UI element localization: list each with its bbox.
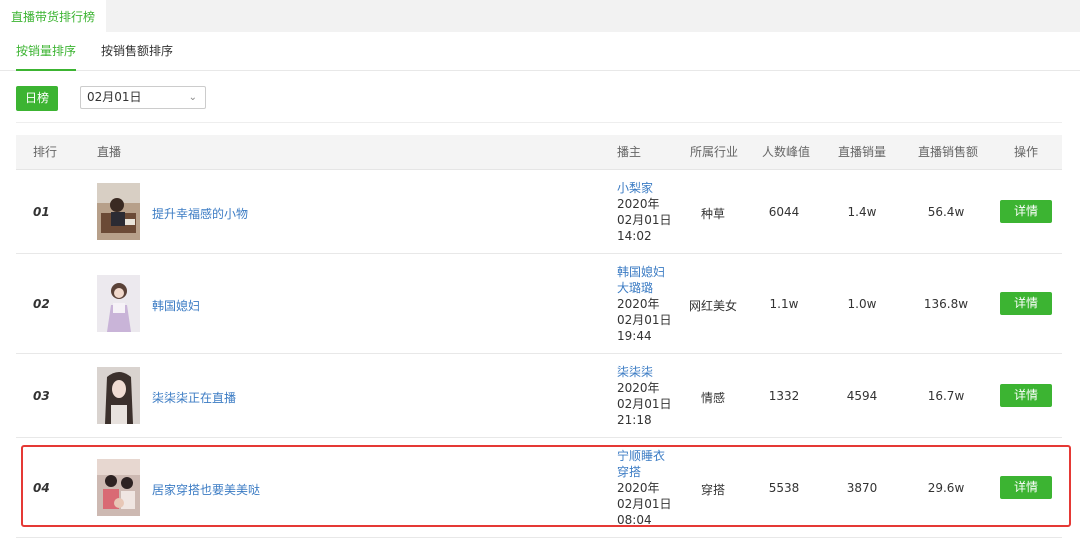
live-date-year: 2020年 [617,381,660,395]
rank-number: 01 [33,205,50,219]
host-name-link[interactable]: 小梨家 [617,180,679,196]
detail-button[interactable]: 详情 [1000,292,1052,315]
rank-number: 02 [33,297,50,311]
host-name-line2: 大璐璐 [617,281,654,295]
host-info: 小梨家 2020年 02月01日 14:02 [617,180,679,244]
industry: 情感 [700,391,725,405]
table-row: 01 提升幸福感的小物 小梨家 2020年 02月01日 14:02 种草 60… [16,170,1062,254]
detail-button[interactable]: 详情 [1000,200,1052,223]
live-time: 21:18 [617,413,652,427]
tab-live-ranking[interactable]: 直播带货排行榜 [0,0,106,32]
daily-ranking-button[interactable]: 日榜 [16,86,58,111]
live-date-day: 02月01日 [617,397,672,411]
col-sales: 直播销量 [838,145,887,159]
live-amount: 56.4w [927,205,965,219]
col-industry: 所属行业 [690,145,739,159]
live-date-year: 2020年 [617,297,660,311]
peak-viewers: 6044 [768,205,800,219]
live-sales: 1.4w [847,205,877,219]
live-date-day: 02月01日 [617,213,672,227]
live-amount: 136.8w [923,297,969,311]
live-sales: 1.0w [847,297,877,311]
divider [16,122,1062,123]
tab-sort-by-volume[interactable]: 按销量排序 [16,32,77,71]
detail-button[interactable]: 详情 [1000,384,1052,407]
industry: 种草 [700,207,725,221]
col-host: 播主 [617,145,642,159]
live-title-link[interactable]: 柒柒柒正在直播 [152,389,236,406]
rank-number: 03 [33,389,50,403]
peak-viewers: 1.1w [769,297,799,311]
live-amount: 16.7w [927,389,965,403]
host-info: 柒柒柒 2020年 02月01日 21:18 [617,364,679,428]
host-name-line1: 韩国媳妇 [617,265,666,279]
col-live: 直播 [97,145,122,159]
live-thumbnail[interactable] [97,183,140,240]
sort-tabs: 按销量排序 按销售额排序 [0,32,1080,71]
live-thumbnail[interactable] [97,367,140,424]
live-title-link[interactable]: 韩国媳妇 [152,297,200,314]
table-row: 02 韩国媳妇 韩国媳妇 大璐璐 2020年 02月01日 19:44 网红美女… [16,254,1062,354]
highlight-box [21,445,1071,527]
live-time: 14:02 [617,229,652,243]
date-select[interactable]: 02月01日 ⌄ [80,86,206,109]
table-row: 03 柒柒柒正在直播 柒柒柒 2020年 02月01日 21:18 情感 133… [16,354,1062,438]
col-amount: 直播销售额 [918,145,979,159]
col-peak: 人数峰值 [762,145,811,159]
tab-sort-by-amount[interactable]: 按销售额排序 [101,32,173,70]
live-title-link[interactable]: 提升幸福感的小物 [152,205,248,222]
live-date-day: 02月01日 [617,313,672,327]
host-name-link[interactable]: 柒柒柒 [617,364,679,380]
top-tab-bar: 直播带货排行榜 [0,0,1080,32]
host-name-link[interactable]: 韩国媳妇 大璐璐 [617,264,679,296]
live-thumbnail[interactable] [97,275,140,332]
date-select-value: 02月01日 [87,90,142,104]
host-info: 韩国媳妇 大璐璐 2020年 02月01日 19:44 [617,264,679,344]
chevron-down-icon: ⌄ [188,92,197,103]
col-actions: 操作 [1014,145,1039,159]
industry: 网红美女 [688,299,737,313]
live-time: 19:44 [617,329,652,343]
live-date-year: 2020年 [617,197,660,211]
live-sales: 4594 [846,389,878,403]
table-header: 排行 直播 播主 所属行业 人数峰值 直播销量 直播销售额 操作 [16,135,1062,170]
col-rank: 排行 [33,145,58,159]
peak-viewers: 1332 [768,389,800,403]
